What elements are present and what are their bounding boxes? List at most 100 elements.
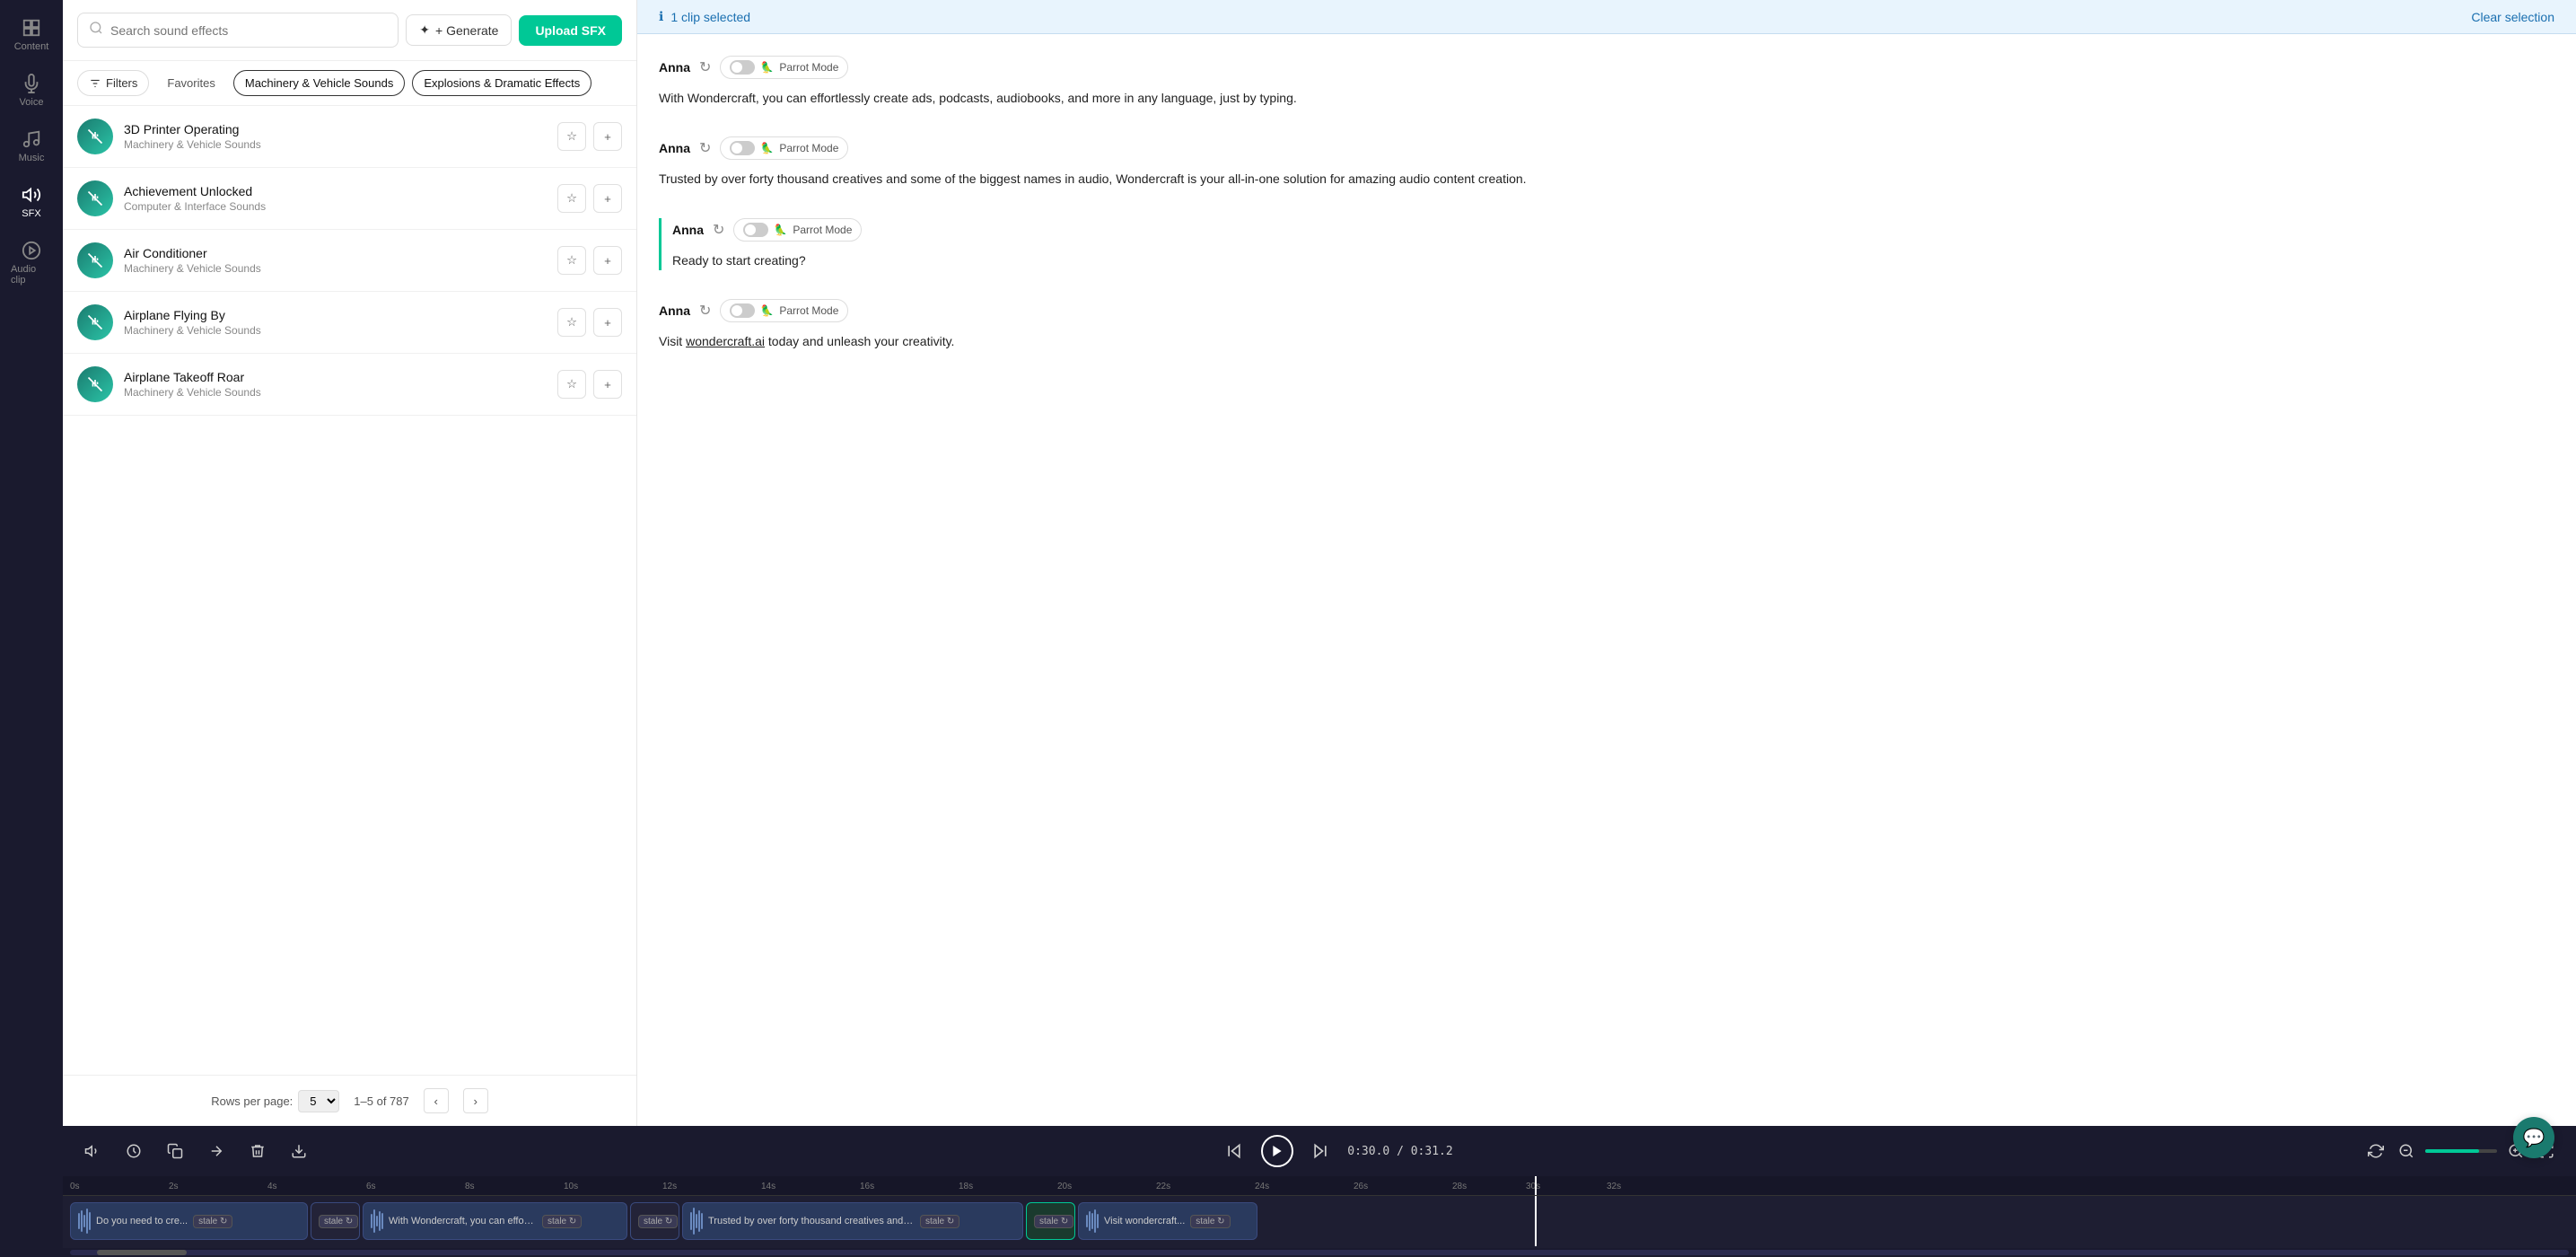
rows-label: Rows per page: — [211, 1094, 293, 1108]
sound-icon-4 — [77, 366, 113, 402]
stale-badge-gap0: stale ↻ — [319, 1215, 358, 1228]
sound-cat-3: Machinery & Vehicle Sounds — [124, 324, 547, 337]
skip-back-button[interactable] — [1222, 1138, 1247, 1164]
time-display: 0:30.0 / 0:31.2 — [1347, 1145, 1452, 1158]
sound-name-3: Airplane Flying By — [124, 308, 547, 322]
parrot-label-2: 🦜 — [774, 224, 787, 236]
skip-forward-button[interactable] — [1308, 1138, 1333, 1164]
sidebar-item-voice[interactable]: Voice — [5, 65, 57, 117]
clip-2[interactable]: Trusted by over forty thousand creatives… — [682, 1202, 1023, 1240]
clear-selection-button[interactable]: Clear selection — [2471, 10, 2554, 24]
waveform-0 — [78, 1209, 91, 1234]
timeline-area[interactable]: 0s 2s 4s 6s 8s 10s 12s 14s 16s 18s 20s 2… — [63, 1176, 2576, 1248]
sound-name-0: 3D Printer Operating — [124, 122, 547, 136]
chat-text-2: Ready to start creating? — [672, 251, 2554, 270]
chat-text-3: Visit wondercraft.ai today and unleash y… — [659, 331, 2554, 351]
sound-item-4[interactable]: Airplane Takeoff Roar Machinery & Vehicl… — [63, 354, 636, 416]
refresh-icon-3[interactable]: ↻ — [699, 302, 711, 320]
favorite-button-3[interactable]: ☆ — [557, 308, 586, 337]
chat-entry-1: Anna ↻ 🦜 Parrot Mode Trusted by over for… — [659, 136, 2554, 189]
clip-1[interactable]: With Wondercraft, you can effortlessly c… — [363, 1202, 627, 1240]
refresh-icon-0[interactable]: ↻ — [699, 58, 711, 76]
add-button-1[interactable]: + — [593, 184, 622, 213]
selection-banner-left: ℹ 1 clip selected — [659, 9, 750, 24]
parrot-toggle-2[interactable]: 🦜 Parrot Mode — [733, 218, 862, 242]
zoom-slider[interactable] — [2425, 1149, 2497, 1153]
waveform-1 — [371, 1209, 383, 1233]
chat-entry-0: Anna ↻ 🦜 Parrot Mode With Wondercraft, y… — [659, 56, 2554, 108]
chat-support-button[interactable]: 💬 — [2513, 1117, 2554, 1158]
sound-item-0[interactable]: 3D Printer Operating Machinery & Vehicle… — [63, 106, 636, 168]
add-button-2[interactable]: + — [593, 246, 622, 275]
sound-cat-1: Computer & Interface Sounds — [124, 200, 547, 213]
refresh-icon-1[interactable]: ↻ — [699, 139, 711, 157]
upload-sfx-button[interactable]: Upload SFX — [519, 15, 622, 46]
sidebar: Content Voice Music SFX Audio clip — [0, 0, 63, 1257]
rows-select[interactable]: 5 — [298, 1090, 339, 1112]
sound-actions-3: ☆ + — [557, 308, 622, 337]
sound-info-4: Airplane Takeoff Roar Machinery & Vehicl… — [124, 370, 547, 399]
favorite-button-4[interactable]: ☆ — [557, 370, 586, 399]
chat-header-0: Anna ↻ 🦜 Parrot Mode — [659, 56, 2554, 79]
parrot-label-1: 🦜 — [760, 142, 774, 154]
parrot-toggle-3[interactable]: 🦜 Parrot Mode — [720, 299, 848, 322]
sound-item-3[interactable]: Airplane Flying By Machinery & Vehicle S… — [63, 292, 636, 354]
parrot-toggle-1[interactable]: 🦜 Parrot Mode — [720, 136, 848, 160]
add-button-0[interactable]: + — [593, 122, 622, 151]
favorite-button-1[interactable]: ☆ — [557, 184, 586, 213]
next-page-button[interactable]: › — [463, 1088, 488, 1113]
sound-item-1[interactable]: Achievement Unlocked Computer & Interfac… — [63, 168, 636, 230]
stale-badge-2: stale ↻ — [920, 1215, 959, 1228]
favorites-tag[interactable]: Favorites — [156, 71, 225, 95]
search-input[interactable] — [110, 23, 387, 38]
waveform-2 — [690, 1208, 703, 1235]
volume-button[interactable] — [81, 1139, 104, 1163]
clip-0[interactable]: Do you need to cre... stale ↻ — [70, 1202, 308, 1240]
sound-actions-4: ☆ + — [557, 370, 622, 399]
sidebar-item-sfx[interactable]: SFX — [5, 176, 57, 228]
split-button[interactable] — [205, 1139, 228, 1163]
download-button[interactable] — [287, 1139, 311, 1163]
stale-badge-gap1: stale ↻ — [638, 1215, 678, 1228]
sidebar-label-voice: Voice — [20, 97, 44, 108]
sidebar-item-audioclip[interactable]: Audio clip — [5, 232, 57, 294]
clip-text-2: Trusted by over forty thousand creatives… — [708, 1216, 915, 1226]
toggle-3 — [730, 303, 755, 318]
duplicate-button[interactable] — [163, 1139, 187, 1163]
filter-bar: Filters Favorites Machinery & Vehicle So… — [63, 61, 636, 106]
sound-icon-0 — [77, 119, 113, 154]
play-button[interactable] — [1261, 1135, 1293, 1167]
search-bar: ✦ + Generate Upload SFX — [63, 0, 636, 61]
refresh-icon-2[interactable]: ↻ — [713, 221, 724, 239]
parrot-label-3: 🦜 — [760, 304, 774, 317]
refresh-button[interactable] — [2364, 1139, 2388, 1163]
parrot-toggle-0[interactable]: 🦜 Parrot Mode — [720, 56, 848, 79]
favorite-button-0[interactable]: ☆ — [557, 122, 586, 151]
delete-button[interactable] — [246, 1139, 269, 1163]
sidebar-item-content[interactable]: Content — [5, 9, 57, 61]
sound-item-2[interactable]: Air Conditioner Machinery & Vehicle Soun… — [63, 230, 636, 292]
clip-gap-0[interactable]: stale ↻ — [311, 1202, 360, 1240]
clip-gap-2[interactable]: stale ↻ — [1026, 1202, 1075, 1240]
speaker-2: Anna — [672, 223, 704, 237]
speaker-3: Anna — [659, 303, 690, 318]
toggle-0 — [730, 60, 755, 75]
stale-badge-1: stale ↻ — [542, 1215, 582, 1228]
sound-info-2: Air Conditioner Machinery & Vehicle Soun… — [124, 246, 547, 275]
chat-entry-2: Anna ↻ 🦜 Parrot Mode Ready to start crea… — [659, 218, 2554, 270]
sidebar-item-music[interactable]: Music — [5, 120, 57, 172]
clip-text-1: With Wondercraft, you can effortlessly c… — [389, 1216, 537, 1226]
filters-button[interactable]: Filters — [77, 70, 149, 96]
clip-3[interactable]: Visit wondercraft... stale ↻ — [1078, 1202, 1257, 1240]
add-button-4[interactable]: + — [593, 370, 622, 399]
machinery-tag[interactable]: Machinery & Vehicle Sounds — [233, 70, 405, 96]
favorite-button-2[interactable]: ☆ — [557, 246, 586, 275]
generate-button[interactable]: ✦ + Generate — [406, 14, 512, 46]
explosions-tag[interactable]: Explosions & Dramatic Effects — [412, 70, 591, 96]
history-button[interactable] — [122, 1139, 145, 1163]
sound-name-1: Achievement Unlocked — [124, 184, 547, 198]
add-button-3[interactable]: + — [593, 308, 622, 337]
zoom-out-button[interactable] — [2395, 1139, 2418, 1163]
prev-page-button[interactable]: ‹ — [424, 1088, 449, 1113]
clip-gap-1[interactable]: stale ↻ — [630, 1202, 679, 1240]
